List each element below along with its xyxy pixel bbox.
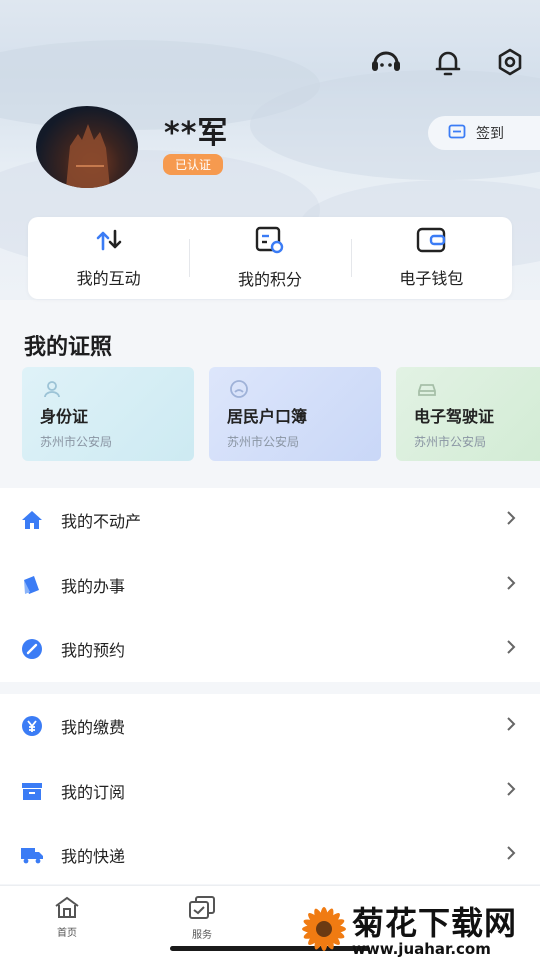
affairs-icon [20, 573, 44, 597]
certificate-name: 电子驾驶证 [414, 407, 495, 426]
subscription-icon [20, 779, 44, 803]
verified-badge: 已认证 [163, 154, 224, 175]
username: **军 [164, 116, 229, 151]
certificate-card-household[interactable]: 居民户口簿 苏州市公安局 [209, 367, 381, 461]
flower-logo-icon [302, 907, 346, 951]
menu-item-affairs[interactable]: 我的办事 [0, 553, 540, 618]
chevron-right-icon [506, 575, 516, 595]
menu-item-label: 我的订阅 [61, 782, 126, 802]
sign-in-button[interactable]: 签到 [428, 116, 540, 150]
quick-action-label: 我的互动 [76, 269, 141, 288]
certificate-carousel[interactable]: 身份证 苏州市公安局 居民户口簿 苏州市公安局 电子驾驶证 苏州市公安局 [22, 367, 540, 461]
bell-icon[interactable] [430, 44, 466, 80]
household-icon [229, 379, 249, 403]
tab-label: 服务 [192, 930, 212, 941]
watermark-title: 菊花下载网 [352, 904, 518, 942]
chevron-right-icon [506, 716, 516, 736]
menu-item-appointment[interactable]: 我的预约 [0, 617, 540, 682]
truck-icon [20, 843, 44, 867]
certificate-card-id[interactable]: 身份证 苏州市公安局 [22, 367, 194, 461]
menu-group-services: 我的不动产 我的办事 我的预约 [0, 488, 540, 682]
menu-item-label: 我的办事 [61, 576, 126, 596]
service-icon [188, 895, 216, 924]
watermark-url: www.juahar.com [352, 940, 491, 958]
certificate-issuer: 苏州市公安局 [40, 435, 113, 449]
house-icon [20, 508, 44, 532]
avatar[interactable] [36, 106, 138, 188]
site-watermark: 菊花下载网 www.juahar.com [296, 898, 540, 960]
quick-action-wallet[interactable]: 电子钱包 [350, 217, 512, 299]
menu-item-real-estate[interactable]: 我的不动产 [0, 488, 540, 553]
chevron-right-icon [506, 781, 516, 801]
appointment-icon [20, 637, 44, 661]
menu-item-label: 我的不动产 [61, 512, 142, 532]
person-icon [42, 379, 62, 403]
quick-action-points[interactable]: 我的积分 [189, 217, 350, 299]
menu-item-payment[interactable]: 我的缴费 [0, 694, 540, 759]
menu-item-label: 我的预约 [61, 641, 126, 661]
tab-home[interactable]: 首页 [37, 895, 97, 939]
menu-item-label: 我的缴费 [61, 718, 126, 738]
menu-group-personal: 我的缴费 我的订阅 我的快递 [0, 694, 540, 884]
payment-icon [20, 714, 44, 738]
points-icon [255, 226, 285, 258]
chevron-right-icon [506, 639, 516, 659]
quick-actions: 我的互动 我的积分 电子钱包 [28, 217, 512, 299]
calendar-icon [448, 123, 466, 143]
certificate-name: 居民户口簿 [227, 407, 308, 426]
tab-label: 首页 [57, 928, 77, 939]
certificate-name: 身份证 [40, 407, 89, 426]
chevron-right-icon [506, 510, 516, 530]
gear-icon[interactable] [492, 44, 528, 80]
customer-service-icon[interactable] [368, 44, 404, 80]
certificate-card-driver[interactable]: 电子驾驶证 苏州市公安局 [396, 367, 540, 461]
sign-in-label: 签到 [476, 126, 504, 142]
tab-services[interactable]: 服务 [172, 895, 232, 941]
menu-item-express[interactable]: 我的快递 [0, 823, 540, 888]
menu-item-subscription[interactable]: 我的订阅 [0, 759, 540, 824]
chevron-right-icon [506, 845, 516, 865]
quick-action-interaction[interactable]: 我的互动 [28, 217, 189, 299]
quick-action-label: 电子钱包 [399, 269, 464, 288]
wallet-icon [416, 227, 446, 257]
home-icon [53, 895, 81, 922]
certificate-issuer: 苏州市公安局 [227, 435, 300, 449]
certificate-issuer: 苏州市公安局 [414, 435, 487, 449]
quick-action-label: 我的积分 [237, 270, 302, 289]
section-title-certificates: 我的证照 [24, 335, 113, 360]
car-icon [416, 379, 438, 403]
header-actions [368, 44, 528, 80]
interaction-icon [94, 227, 124, 257]
menu-item-label: 我的快递 [61, 847, 126, 867]
